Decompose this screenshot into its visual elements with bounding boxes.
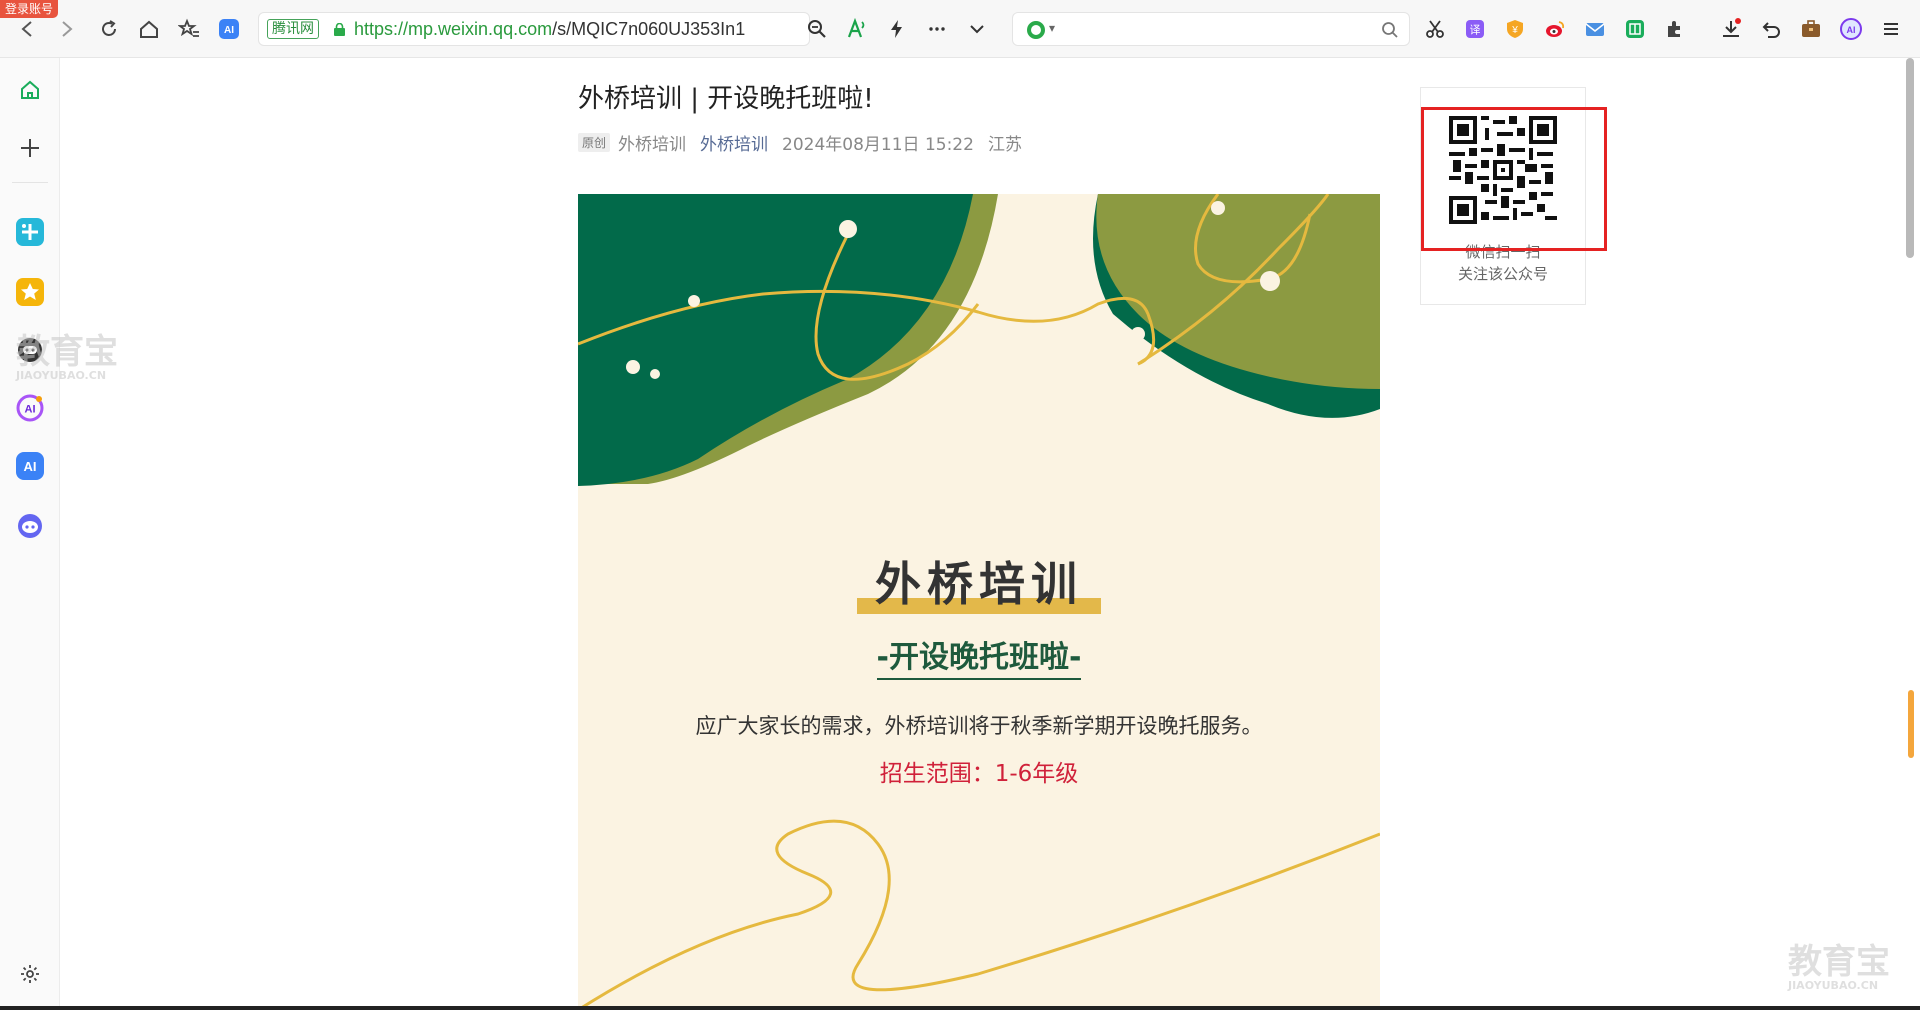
watermark-logo-text-right: 教育宝 — [1788, 942, 1890, 982]
qr-highlight-box — [1421, 107, 1607, 251]
watermark-logo-left: 教育宝 JIAOYUBAO.CN — [16, 324, 118, 382]
poster-enroll-range: 招生范围：1-6年级 — [879, 761, 1079, 787]
settings-gear-icon[interactable] — [14, 958, 46, 990]
sidebar-home-icon[interactable] — [14, 74, 46, 106]
sidebar-app-icon[interactable] — [14, 216, 46, 248]
watermark-logo-right: 教育宝 JIAOYUBAO.CN — [1788, 934, 1890, 992]
back-icon[interactable] — [12, 14, 42, 44]
sidebar-chat-bot-icon[interactable] — [14, 510, 46, 542]
search-input[interactable] — [1073, 19, 1363, 39]
account-link[interactable]: 外桥培训 — [700, 130, 768, 155]
watermark-logo-sub-right: JIAOYUBAO.CN — [1788, 979, 1879, 992]
url-path: /s/MQIC7n060UJ353In1 — [552, 18, 746, 39]
screenshot-scissors-icon[interactable] — [1420, 14, 1450, 44]
reload-icon[interactable] — [94, 14, 124, 44]
reader-icon[interactable] — [1620, 14, 1650, 44]
search-engine-dropdown-icon[interactable]: ▾ — [1049, 21, 1055, 35]
shield-icon[interactable]: ¥ — [1500, 14, 1530, 44]
forward-icon[interactable] — [52, 14, 82, 44]
search-box[interactable]: ▾ — [1012, 12, 1410, 46]
read-aloud-icon[interactable] — [842, 14, 872, 44]
menu-icon[interactable] — [1876, 14, 1906, 44]
user-avatar-icon[interactable]: AI — [1836, 14, 1866, 44]
poster-body: 应广大家长的需求，外桥培训将于秋季新学期开设晚托服务。 — [695, 714, 1263, 738]
lightning-icon[interactable] — [882, 14, 912, 44]
original-tag: 原创 — [578, 133, 611, 152]
publish-date: 2024年08月11日 15:22 — [782, 135, 974, 155]
svg-text:AI: AI — [224, 25, 234, 36]
svg-text:¥: ¥ — [1511, 25, 1518, 36]
ai-assistant-icon[interactable]: AI — [214, 14, 244, 44]
download-icon[interactable] — [1716, 14, 1746, 44]
url-host: https://mp.weixin.qq.com — [354, 18, 553, 39]
watermark-logo-sub-left: JIAOYUBAO.CN — [16, 369, 107, 382]
zoom-icon[interactable] — [802, 14, 832, 44]
lock-icon — [334, 22, 345, 36]
undo-icon[interactable] — [1756, 14, 1786, 44]
poster-heading: 外桥培训 — [578, 554, 1380, 614]
mail-icon[interactable] — [1580, 14, 1610, 44]
sidebar-ai-icon[interactable]: AI — [14, 450, 46, 482]
weibo-icon[interactable] — [1540, 14, 1570, 44]
scroll-side-tab[interactable] — [1908, 690, 1914, 758]
poster-image: 外桥培训 -开设晚托班啦- 应广大家长的需求，外桥培训将于秋季新学期开设晚托服务… — [578, 194, 1380, 1010]
article: 外桥培训 | 开设晚托班啦! 原创 外桥培训 外桥培训 2024年08月11日 … — [578, 58, 1384, 1010]
sidebar-ai-spark-icon[interactable]: AI — [14, 392, 46, 424]
cert-badge[interactable]: 腾讯网 — [267, 19, 319, 39]
sidebar-divider — [12, 182, 48, 183]
favorites-icon[interactable] — [174, 14, 204, 44]
more-icon[interactable] — [922, 14, 952, 44]
translate-icon[interactable]: 译 — [1460, 14, 1490, 44]
scrollbar-thumb[interactable] — [1906, 58, 1914, 258]
sidebar-add-icon[interactable] — [14, 132, 46, 164]
search-engine-icon[interactable] — [1027, 21, 1045, 39]
svg-text:AI: AI — [24, 459, 37, 474]
svg-text:译: 译 — [1470, 24, 1481, 37]
briefcase-icon[interactable] — [1796, 14, 1826, 44]
poster-subheading: -开设晚托班啦- — [578, 632, 1380, 680]
article-author: 外桥培训 — [618, 135, 687, 155]
side-panel: AI AI — [0, 58, 60, 1010]
article-title: 外桥培训 | 开设晚托班啦! — [578, 84, 874, 114]
qr-caption-follow: 关注该公众号 — [1457, 265, 1548, 283]
article-meta: 原创 外桥培训 外桥培训 2024年08月11日 15:22 江苏 — [578, 130, 1022, 155]
poster-subheading-text: -开设晚托班啦- — [876, 632, 1082, 680]
chevron-down-icon[interactable] — [962, 14, 992, 44]
svg-text:AI: AI — [1847, 25, 1856, 35]
extensions-icon[interactable] — [1660, 14, 1690, 44]
sidebar-star-icon[interactable] — [14, 276, 46, 308]
url-text[interactable]: https://mp.weixin.qq.com/s/MQIC7n060UJ35… — [354, 19, 745, 40]
taskbar-edge — [0, 1006, 1920, 1010]
poster-heading-text: 外桥培训 — [857, 554, 1101, 614]
watermark-logo-text-left: 教育宝 — [16, 332, 118, 372]
browser-toolbar: 登录账号 AI 腾讯网 https://mp.weixin.qq.com/s/M… — [0, 0, 1920, 58]
publish-location: 江苏 — [987, 135, 1022, 155]
home-icon[interactable] — [134, 14, 164, 44]
svg-text:AI: AI — [25, 404, 36, 416]
address-bar[interactable]: 腾讯网 https://mp.weixin.qq.com/s/MQIC7n060… — [258, 12, 810, 46]
search-icon[interactable] — [1381, 21, 1399, 39]
